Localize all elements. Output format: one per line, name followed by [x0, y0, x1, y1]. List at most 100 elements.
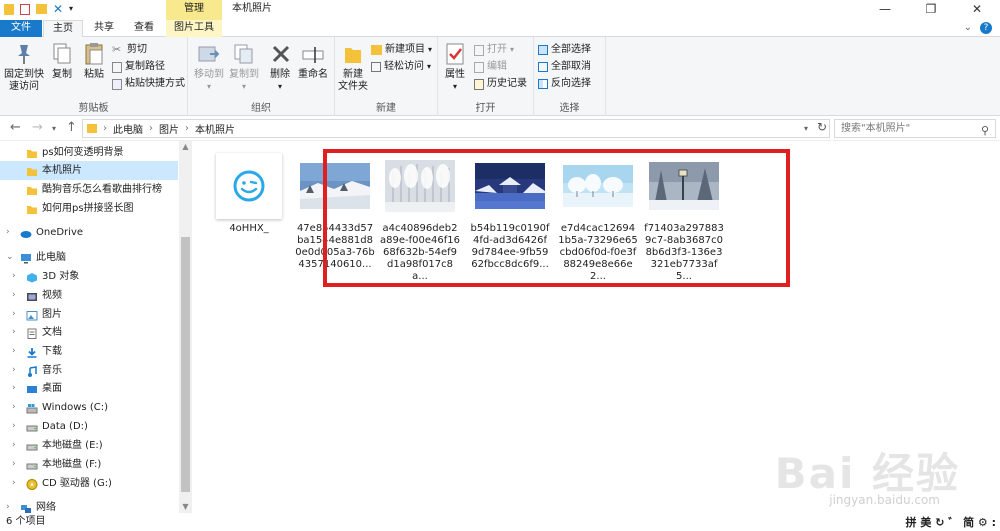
- new-group: 新建 文件夹 新建项目 ▾ 轻松访问 ▾ 新建: [335, 37, 438, 116]
- delete-icon[interactable]: ✕: [53, 3, 63, 15]
- edit-button[interactable]: 编辑: [474, 59, 507, 75]
- chevron-down-icon[interactable]: ⌄: [964, 22, 972, 34]
- nav-scrollbar[interactable]: ▲ ▼: [179, 141, 192, 513]
- new-folder-icon[interactable]: [36, 4, 47, 14]
- address-row: ← → ▾ ↑ › 此电脑 › 图片 › 本机照片 ▾ ↻ 搜索"本机照片" ⚲: [0, 116, 1000, 141]
- nav-item[interactable]: › OneDrive: [0, 223, 178, 242]
- back-arrow-icon[interactable]: ←: [10, 120, 21, 135]
- chevron-down-icon: ▾: [427, 62, 432, 71]
- chevron-right-icon[interactable]: ›: [12, 436, 16, 455]
- rename-button[interactable]: 重命名: [296, 41, 330, 81]
- nav-item[interactable]: › Windows (C:): [0, 398, 178, 417]
- nav-item[interactable]: › 下载: [0, 342, 178, 361]
- chevron-down-icon[interactable]: ▾: [69, 3, 77, 15]
- search-input[interactable]: 搜索"本机照片" ⚲: [834, 119, 996, 138]
- chevron-right-icon[interactable]: ›: [12, 398, 16, 417]
- refresh-icon[interactable]: ↻: [814, 119, 830, 136]
- file-item[interactable]: b54b119c0190f4fd-ad3d6426f9d784ee-9fb596…: [470, 151, 550, 271]
- chevron-right-icon[interactable]: ›: [12, 455, 16, 474]
- properties-icon[interactable]: [20, 3, 30, 15]
- file-name: 47e854433d57ba1544e881d80e0d005a3-76b435…: [295, 223, 375, 270]
- nav-item[interactable]: › 文档: [0, 323, 178, 342]
- nav-item[interactable]: › 本地磁盘 (E:): [0, 436, 178, 455]
- tab-picture-tools[interactable]: 图片工具: [166, 20, 222, 37]
- forward-arrow-icon[interactable]: →: [32, 120, 43, 135]
- tab-manage[interactable]: 管理: [166, 0, 222, 20]
- nav-item-label: 文档: [42, 327, 62, 338]
- nav-item[interactable]: › 3D 对象: [0, 267, 178, 286]
- chevron-right-icon[interactable]: ›: [12, 286, 16, 305]
- chevron-right-icon[interactable]: ›: [12, 342, 16, 361]
- nav-item[interactable]: › 图片: [0, 305, 178, 324]
- chevron-right-icon[interactable]: ›: [12, 323, 16, 342]
- nav-item[interactable]: › 本地磁盘 (F:): [0, 455, 178, 474]
- file-item[interactable]: e7d4cac126941b5a-73296e65cbd06f0d-f0e3f8…: [558, 151, 638, 283]
- file-item[interactable]: 4oHHX_: [209, 151, 289, 235]
- nav-item[interactable]: ⌄ 此电脑: [0, 248, 178, 267]
- address-bar[interactable]: › 此电脑 › 图片 › 本机照片: [82, 119, 830, 138]
- chevron-right-icon[interactable]: ›: [12, 474, 16, 493]
- file-name: e7d4cac126941b5a-73296e65cbd06f0d-f0e3f8…: [558, 223, 638, 282]
- folder-icon[interactable]: [4, 3, 14, 15]
- ime-toolbar[interactable]: 拼 美 ↻ ゛ 简 ⚙ :: [906, 514, 996, 531]
- pin-quick-access-button[interactable]: 固定到快 速访问: [4, 41, 44, 93]
- chevron-right-icon[interactable]: ›: [12, 305, 16, 324]
- file-item[interactable]: 47e854433d57ba1544e881d80e0d005a3-76b435…: [295, 151, 375, 271]
- scroll-down-icon[interactable]: ▼: [179, 501, 192, 513]
- nav-item[interactable]: ps如何变透明背景: [0, 143, 178, 162]
- copy-to-button[interactable]: 复制到 ▾: [226, 41, 262, 93]
- nav-item[interactable]: 如何用ps拼接竖长图: [0, 199, 178, 218]
- file-item[interactable]: f71403a2978839c7-8ab3687c08b6d3f3-136e33…: [644, 151, 724, 283]
- history-button[interactable]: 历史记录: [474, 76, 527, 92]
- breadcrumb-item[interactable]: 此电脑: [113, 121, 143, 136]
- paste-shortcut-button[interactable]: 粘贴快捷方式: [112, 76, 185, 92]
- new-item-button[interactable]: 新建项目 ▾: [371, 42, 432, 58]
- chevron-down-icon[interactable]: ⌄: [6, 248, 14, 267]
- chevron-right-icon[interactable]: ›: [12, 417, 16, 436]
- chevron-down-icon[interactable]: ▾: [804, 124, 808, 133]
- easy-access-button[interactable]: 轻松访问 ▾: [371, 59, 431, 75]
- copy-path-button[interactable]: 复制路径: [112, 59, 165, 75]
- paste-button[interactable]: 粘贴: [80, 41, 108, 81]
- new-folder-icon: [340, 41, 366, 67]
- file-item[interactable]: a4c40896deb2a89e-f00e46f1668f632b-54ef9d…: [380, 151, 460, 283]
- nav-item[interactable]: › Data (D:): [0, 417, 178, 436]
- chevron-right-icon[interactable]: ›: [12, 361, 16, 380]
- cut-button[interactable]: ✂ 剪切: [112, 42, 147, 58]
- nav-item[interactable]: › CD 驱动器 (G:): [0, 474, 178, 493]
- select-none-button[interactable]: 全部取消: [538, 59, 591, 75]
- nav-item[interactable]: › 视频: [0, 286, 178, 305]
- tab-home[interactable]: 主页: [43, 20, 83, 38]
- scroll-up-icon[interactable]: ▲: [179, 141, 192, 153]
- move-to-button[interactable]: 移动到 ▾: [192, 41, 226, 93]
- nav-item[interactable]: 酷狗音乐怎么看歌曲排行榜: [0, 180, 178, 199]
- chevron-right-icon[interactable]: ›: [12, 267, 16, 286]
- chevron-right-icon[interactable]: ›: [6, 223, 10, 242]
- select-all-icon: [538, 45, 548, 55]
- up-arrow-icon[interactable]: ↑: [66, 120, 77, 135]
- select-all-button[interactable]: 全部选择: [538, 42, 591, 58]
- properties-button[interactable]: 属性 ▾: [440, 41, 470, 93]
- invert-selection-button[interactable]: 反向选择: [538, 76, 591, 92]
- tab-share[interactable]: 共享: [86, 20, 122, 37]
- open-button[interactable]: 打开 ▾: [474, 42, 514, 58]
- chevron-right-icon[interactable]: ›: [12, 379, 16, 398]
- nav-item-label: 3D 对象: [42, 271, 80, 282]
- breadcrumb-item[interactable]: 图片: [159, 121, 179, 136]
- new-folder-button[interactable]: 新建 文件夹: [337, 41, 369, 93]
- breadcrumb-item[interactable]: 本机照片: [195, 121, 235, 136]
- maximize-button[interactable]: ❐: [908, 0, 954, 20]
- tab-file[interactable]: 文件: [0, 20, 42, 37]
- close-button[interactable]: ✕: [954, 0, 1000, 20]
- chevron-down-icon[interactable]: ▾: [52, 124, 56, 133]
- nav-item[interactable]: › 音乐: [0, 361, 178, 380]
- nav-item[interactable]: 本机照片: [0, 161, 178, 180]
- scroll-thumb[interactable]: [181, 237, 190, 492]
- nav-item[interactable]: › 桌面: [0, 379, 178, 398]
- tab-view[interactable]: 查看: [126, 20, 162, 37]
- help-icon[interactable]: ?: [980, 22, 992, 34]
- nav-item-label: 图片: [42, 309, 62, 320]
- delete-button[interactable]: 删除 ▾: [268, 41, 292, 93]
- copy-button[interactable]: 复制: [48, 41, 76, 81]
- minimize-button[interactable]: —: [862, 0, 908, 20]
